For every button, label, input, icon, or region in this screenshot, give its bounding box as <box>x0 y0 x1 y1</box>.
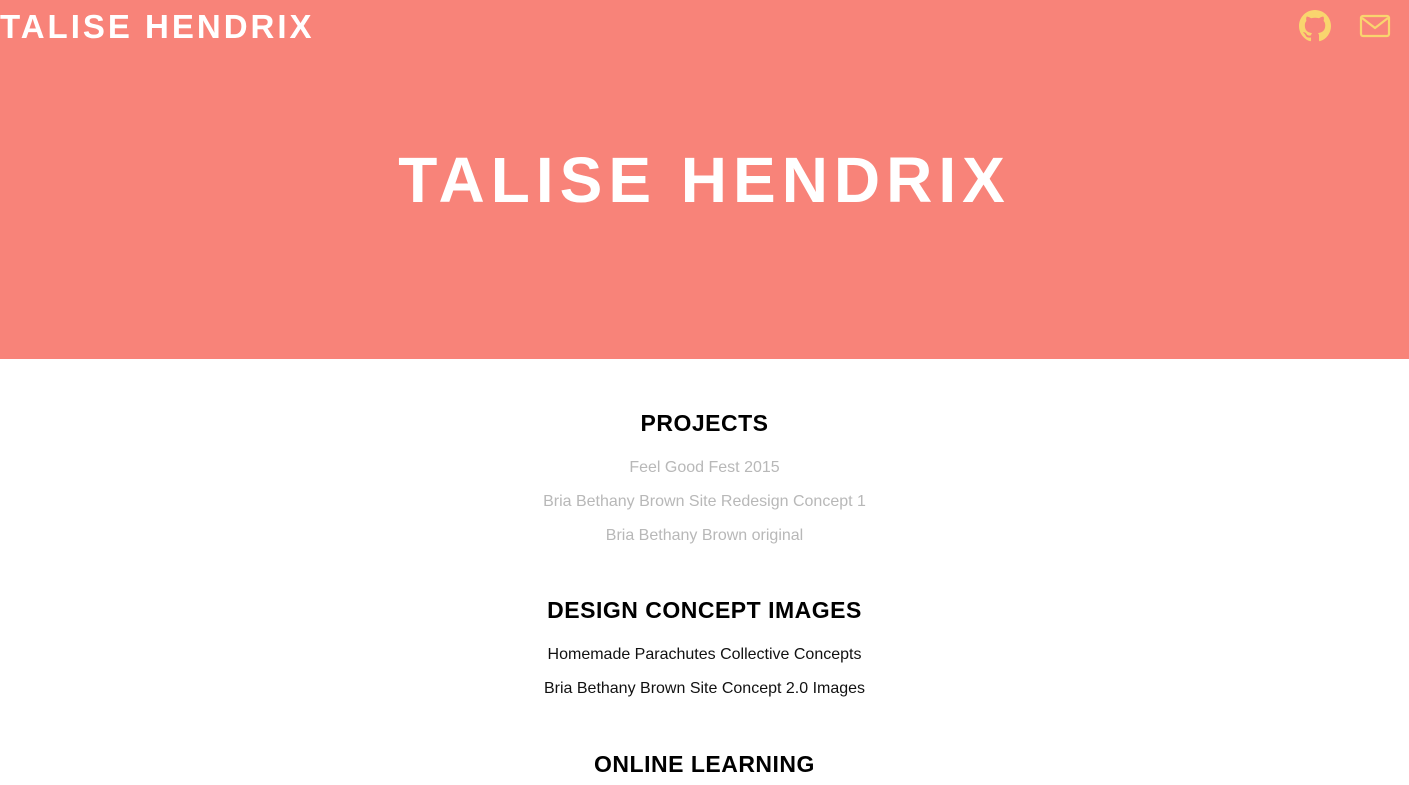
social-nav <box>1299 10 1391 42</box>
project-link[interactable]: Bria Bethany Brown Site Redesign Concept… <box>543 493 866 510</box>
hero-banner: TALISE HENDRIX TALISE HENDRIX <box>0 0 1409 359</box>
mail-icon <box>1359 14 1391 38</box>
design-concepts-section: DESIGN CONCEPT IMAGES Homemade Parachute… <box>0 596 1409 706</box>
design-concept-link[interactable]: Bria Bethany Brown Site Concept 2.0 Imag… <box>544 680 865 697</box>
project-link[interactable]: Feel Good Fest 2015 <box>629 459 779 476</box>
section-heading-online-learning: ONLINE LEARNING <box>594 751 815 777</box>
github-icon <box>1299 10 1331 42</box>
online-learning-section: ONLINE LEARNING <box>0 750 1409 778</box>
project-link[interactable]: Bria Bethany Brown original <box>606 527 803 544</box>
list-item: Bria Bethany Brown original <box>0 519 1409 553</box>
projects-section: PROJECTS Feel Good Fest 2015 Bria Bethan… <box>0 409 1409 553</box>
github-link[interactable] <box>1299 10 1331 42</box>
projects-list: Feel Good Fest 2015 Bria Bethany Brown S… <box>0 451 1409 553</box>
hero-title: TALISE HENDRIX <box>398 144 1011 216</box>
list-item: Bria Bethany Brown Site Concept 2.0 Imag… <box>0 672 1409 706</box>
list-item: Homemade Parachutes Collective Concepts <box>0 638 1409 672</box>
section-heading-projects: PROJECTS <box>640 410 769 436</box>
design-concepts-list: Homemade Parachutes Collective Concepts … <box>0 638 1409 706</box>
list-item: Feel Good Fest 2015 <box>0 451 1409 485</box>
section-heading-design-concepts: DESIGN CONCEPT IMAGES <box>547 597 862 623</box>
design-concept-link[interactable]: Homemade Parachutes Collective Concepts <box>548 646 862 663</box>
email-link[interactable] <box>1359 10 1391 42</box>
site-brand[interactable]: TALISE HENDRIX <box>0 6 315 48</box>
list-item: Bria Bethany Brown Site Redesign Concept… <box>0 485 1409 519</box>
